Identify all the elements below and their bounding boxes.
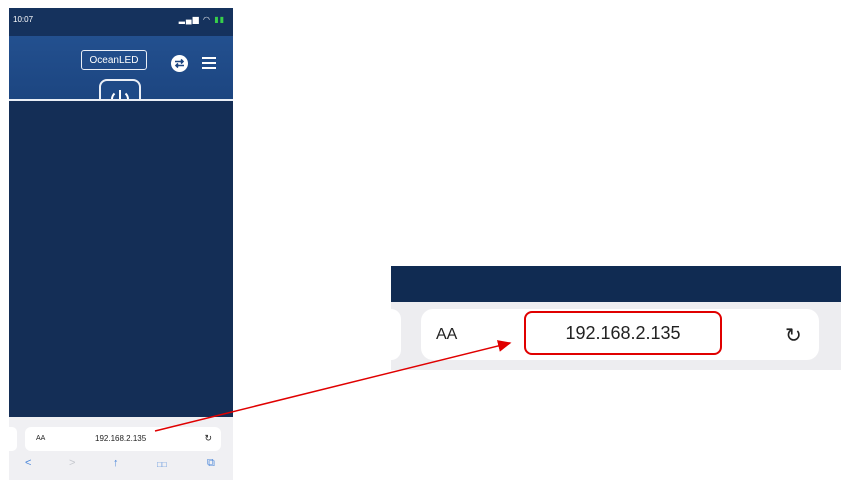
status-time: 10:07: [13, 15, 34, 24]
browser-toolbar: AA 192.168.2.135 ↻ < > ↑ □□ ⧉: [9, 417, 233, 480]
reload-icon[interactable]: ↻: [204, 433, 212, 444]
zoomed-text-size-button: AA: [436, 326, 458, 343]
phone-screenshot: 10:07 ▂▄▆ ◠ ▮▮ OceanLED AA 192.168.2.135…: [9, 8, 233, 480]
sync-arrows-icon: [174, 58, 185, 69]
forward-icon[interactable]: >: [69, 457, 75, 469]
battery-icon: ▮▮: [214, 15, 225, 24]
zoomed-app-edge: [391, 266, 841, 302]
status-bar: 10:07 ▂▄▆ ◠ ▮▮: [9, 8, 233, 36]
browser-nav-row: < > ↑ □□ ⧉: [9, 457, 233, 475]
zoomed-address-bar: AA 192.168.2.135 ↻: [391, 266, 841, 370]
status-icons: ▂▄▆ ◠ ▮▮: [179, 15, 225, 24]
menu-icon[interactable]: [202, 57, 216, 69]
zoomed-address-pill: AA 192.168.2.135 ↻: [421, 309, 819, 360]
sync-icon[interactable]: [171, 55, 188, 72]
app-header: OceanLED: [9, 36, 233, 119]
app-content-area: [9, 101, 233, 417]
text-size-button[interactable]: AA: [36, 435, 45, 442]
oceanled-logo: OceanLED: [81, 50, 147, 70]
zoomed-reload-icon: ↻: [785, 325, 802, 347]
url-text[interactable]: 192.168.2.135: [95, 434, 146, 443]
previous-tab-stub[interactable]: [9, 427, 17, 451]
bookmarks-icon[interactable]: □□: [157, 460, 167, 469]
address-bar[interactable]: AA 192.168.2.135 ↻: [25, 427, 221, 451]
tabs-icon[interactable]: ⧉: [207, 457, 215, 470]
share-icon[interactable]: ↑: [113, 457, 119, 469]
signal-wifi-icon: ▂▄▆ ◠: [178, 15, 211, 24]
highlighted-url: 192.168.2.135: [524, 311, 722, 355]
zoomed-previous-tab-stub: [391, 309, 401, 360]
back-icon[interactable]: <: [25, 457, 31, 469]
